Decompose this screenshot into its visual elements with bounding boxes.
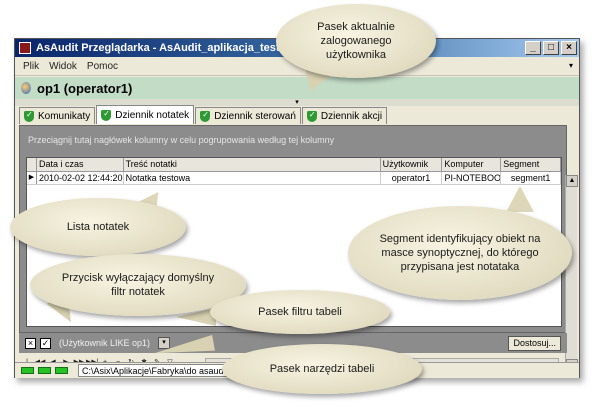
shield-icon <box>101 109 112 121</box>
filter-expression[interactable]: (Użytkownik LIKE op1) <box>59 338 150 348</box>
current-user-label: op1 (operator1) <box>37 80 133 96</box>
window-controls: _ □ × <box>525 41 577 55</box>
tab-label: Dziennik sterowań <box>214 110 296 122</box>
column-header-segment[interactable]: Segment <box>501 158 561 171</box>
customize-button[interactable]: Dostosuj... <box>508 336 561 351</box>
cell-segment[interactable]: segment1 <box>501 172 561 184</box>
callout-user-bar-text: Pasek aktualnie zalogowanego użytkownika <box>317 21 395 61</box>
clear-filter-button[interactable]: × <box>25 337 36 349</box>
row-indicator-icon: ▶ <box>27 172 37 184</box>
menu-view[interactable]: Widok <box>49 61 77 72</box>
minimize-button[interactable]: _ <box>525 41 541 55</box>
cell-content[interactable]: Notatka testowa <box>124 172 381 184</box>
callout-filter-button-text: Przycisk wyłączający domyślny filtr nota… <box>61 272 215 298</box>
header-indicator-cell <box>27 158 37 171</box>
callout-filter-bar-text: Pasek filtru tabeli <box>258 306 342 318</box>
tab-action-log[interactable]: Dziennik akcji <box>301 107 388 124</box>
tab-strip: Komunikaty Dziennik notatek Dziennik ste… <box>19 105 388 124</box>
callout-notes-list-text: Lista notatek <box>66 221 130 233</box>
callout-toolbar-text: Pasek narzędzi tabeli <box>269 363 375 375</box>
menu-overflow-icon[interactable]: ▾ <box>569 61 573 70</box>
group-hint-text: Przeciągnij tutaj nagłówek kolumny w cel… <box>28 135 335 145</box>
group-by-panel[interactable]: Przeciągnij tutaj nagłówek kolumny w cel… <box>20 126 566 154</box>
shield-icon <box>306 110 317 122</box>
cell-computer[interactable]: PI-NOTEBOO <box>442 172 502 184</box>
status-led-3 <box>55 367 68 374</box>
tab-label: Komunikaty <box>38 110 91 122</box>
menu-help[interactable]: Pomoc <box>87 61 118 72</box>
column-header-content[interactable]: Treść notatki <box>124 158 381 171</box>
callout-filter-bar: Pasek filtru tabeli <box>210 290 390 334</box>
table-row[interactable]: ▶ 2010-02-02 12:44:20 Notatka testowa op… <box>27 172 561 185</box>
shield-icon <box>24 110 34 122</box>
user-icon <box>21 82 31 94</box>
menu-file[interactable]: Plik <box>23 61 39 72</box>
column-header-user[interactable]: Użytkownik <box>381 158 443 171</box>
tab-messages[interactable]: Komunikaty <box>19 107 96 124</box>
table-header: Data i czas Treść notatki Użytkownik Kom… <box>27 158 561 172</box>
shield-icon <box>200 110 211 122</box>
cell-user[interactable]: operator1 <box>381 172 443 184</box>
maximize-button[interactable]: □ <box>543 41 559 55</box>
status-led-2 <box>38 367 51 374</box>
column-header-computer[interactable]: Komputer <box>442 158 502 171</box>
tab-notes-log[interactable]: Dziennik notatek <box>96 105 195 124</box>
cell-datetime[interactable]: 2010-02-02 12:44:20 <box>37 172 124 184</box>
callout-toolbar: Pasek narzędzi tabeli <box>222 344 422 394</box>
app-icon <box>19 42 31 54</box>
callout-tail <box>506 186 534 212</box>
tab-control-log[interactable]: Dziennik sterowań <box>195 107 301 124</box>
callout-notes-list: Lista notatek <box>10 198 186 256</box>
column-header-datetime[interactable]: Data i czas <box>37 158 124 171</box>
close-button[interactable]: × <box>561 41 577 55</box>
callout-segment-text: Segment identyfikujący obiekt na masce s… <box>379 233 541 273</box>
tab-label: Dziennik notatek <box>115 109 190 121</box>
callout-segment: Segment identyfikujący obiekt na masce s… <box>348 206 572 300</box>
tab-label: Dziennik akcji <box>320 110 383 122</box>
window-title: AsAudit Przeglądarka - AsAudit_aplikacja… <box>36 42 301 54</box>
application-path: C:\Asix\Aplikacje\Fabryka\do asaudit <box>78 364 228 377</box>
callout-user-bar: Pasek aktualnie zalogowanego użytkownika <box>276 4 436 78</box>
scroll-up-arrow-icon[interactable]: ▲ <box>566 175 578 187</box>
user-bar: op1 (operator1) <box>15 77 579 99</box>
filter-enabled-checkbox[interactable]: ✓ <box>40 337 51 349</box>
status-led-1 <box>21 367 34 374</box>
